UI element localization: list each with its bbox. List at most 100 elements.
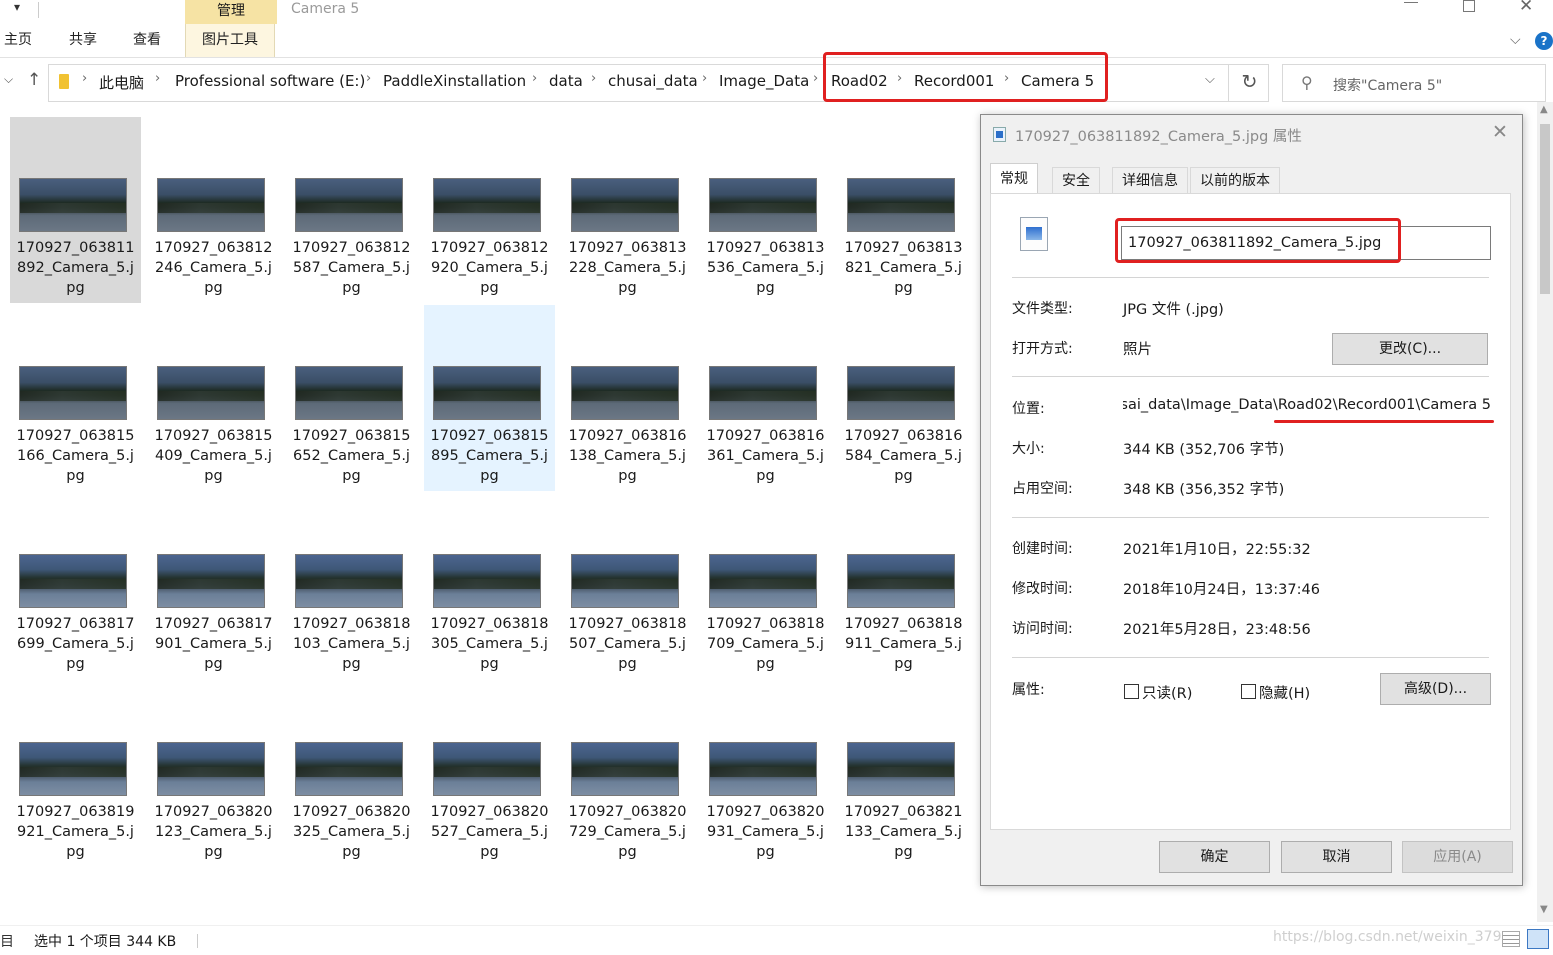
breadcrumb-chevron-icon[interactable]: › bbox=[532, 71, 537, 86]
breadcrumb-chevron-icon[interactable]: › bbox=[813, 71, 818, 86]
details-view-icon[interactable] bbox=[1502, 931, 1520, 947]
breadcrumb-drive-e[interactable]: Professional software (E:) bbox=[175, 72, 365, 90]
search-input[interactable]: ⚲ 搜索"Camera 5" bbox=[1282, 64, 1546, 102]
modified-label: 修改时间: bbox=[1012, 581, 1073, 597]
file-name-line: 170927_063819 bbox=[16, 804, 135, 820]
chevron-down-icon[interactable]: ⌵ bbox=[1510, 32, 1521, 48]
file-item[interactable]: 170927_063820 123_Camera_5.j pg bbox=[148, 681, 279, 867]
tab-previous-versions[interactable]: 以前的版本 bbox=[1190, 167, 1280, 193]
tab-details[interactable]: 详细信息 bbox=[1112, 167, 1188, 193]
file-name-line: pg bbox=[480, 656, 499, 672]
file-item[interactable]: 170927_063812 587_Camera_5.j pg bbox=[286, 117, 417, 303]
file-name-label: 170927_063812 587_Camera_5.j pg bbox=[288, 238, 415, 298]
file-name-label: 170927_063815 166_Camera_5.j pg bbox=[12, 426, 139, 486]
hidden-label[interactable]: 隐藏(H) bbox=[1259, 682, 1310, 703]
file-item[interactable]: 170927_063820 931_Camera_5.j pg bbox=[700, 681, 831, 867]
image-thumbnail bbox=[295, 178, 403, 232]
help-icon[interactable]: ? bbox=[1535, 32, 1553, 50]
image-file-icon bbox=[993, 127, 1006, 142]
breadcrumb-chusai-data[interactable]: chusai_data bbox=[608, 72, 698, 90]
scroll-up-arrow-icon[interactable]: ▲ bbox=[1540, 104, 1548, 115]
file-item[interactable]: 170927_063817 901_Camera_5.j pg bbox=[148, 493, 279, 679]
file-name-line: 170927_063818 bbox=[568, 616, 687, 632]
apply-button[interactable]: 应用(A) bbox=[1402, 841, 1513, 873]
breadcrumb-chevron-icon[interactable]: › bbox=[366, 71, 371, 86]
breadcrumb-image-data[interactable]: Image_Data bbox=[719, 72, 809, 90]
file-type-value: JPG 文件 (.jpg) bbox=[1123, 302, 1224, 318]
size-on-disk-label: 占用空间: bbox=[1012, 481, 1073, 497]
file-name-line: pg bbox=[894, 280, 913, 296]
ok-button[interactable]: 确定 bbox=[1159, 841, 1270, 873]
file-item[interactable]: 170927_063812 920_Camera_5.j pg bbox=[424, 117, 555, 303]
tab-share[interactable]: 共享 bbox=[69, 24, 97, 57]
file-item[interactable]: 170927_063813 228_Camera_5.j pg bbox=[562, 117, 693, 303]
open-with-value: 照片 bbox=[1123, 342, 1152, 358]
item-count-icon: 目 bbox=[0, 934, 14, 950]
file-item[interactable]: 170927_063817 699_Camera_5.j pg bbox=[10, 493, 141, 679]
file-name-line: 170927_063820 bbox=[568, 804, 687, 820]
maximize-button[interactable] bbox=[1463, 0, 1475, 12]
file-name-label: 170927_063818 507_Camera_5.j pg bbox=[564, 614, 691, 674]
file-item[interactable]: 170927_063818 911_Camera_5.j pg bbox=[838, 493, 969, 679]
file-name-line: 170927_063820 bbox=[430, 804, 549, 820]
large-icons-view-icon[interactable] bbox=[1527, 929, 1549, 949]
file-item[interactable]: 170927_063813 536_Camera_5.j pg bbox=[700, 117, 831, 303]
file-name-label: 170927_063816 361_Camera_5.j pg bbox=[702, 426, 829, 486]
file-item[interactable]: 170927_063818 507_Camera_5.j pg bbox=[562, 493, 693, 679]
file-item[interactable]: 170927_063816 361_Camera_5.j pg bbox=[700, 305, 831, 491]
minimize-button[interactable] bbox=[1404, 2, 1418, 3]
breadcrumb-chevron-icon[interactable]: › bbox=[702, 71, 707, 86]
cancel-button[interactable]: 取消 bbox=[1281, 841, 1392, 873]
dialog-close-icon[interactable]: ✕ bbox=[1492, 121, 1508, 143]
file-item[interactable]: 170927_063813 821_Camera_5.j pg bbox=[838, 117, 969, 303]
tab-picture-tools[interactable]: 图片工具 bbox=[185, 24, 275, 57]
file-item[interactable]: 170927_063821 133_Camera_5.j pg bbox=[838, 681, 969, 867]
tab-home[interactable]: 主页 bbox=[4, 24, 32, 57]
file-item[interactable]: 170927_063812 246_Camera_5.j pg bbox=[148, 117, 279, 303]
file-name-line: 103_Camera_5.j bbox=[293, 636, 410, 652]
breadcrumb-chevron-icon[interactable]: › bbox=[591, 71, 596, 86]
quick-access-dropdown-icon[interactable]: ▾ bbox=[14, 0, 20, 14]
file-item[interactable]: 170927_063820 325_Camera_5.j pg bbox=[286, 681, 417, 867]
tab-security[interactable]: 安全 bbox=[1052, 167, 1100, 193]
file-item[interactable]: 170927_063815 652_Camera_5.j pg bbox=[286, 305, 417, 491]
breadcrumb-data[interactable]: data bbox=[549, 72, 583, 90]
recent-locations-chevron-icon[interactable]: ⌵ bbox=[4, 72, 13, 87]
manage-contextual-tab[interactable]: 管理 bbox=[185, 0, 277, 24]
file-item[interactable]: 170927_063820 527_Camera_5.j pg bbox=[424, 681, 555, 867]
advanced-button[interactable]: 高级(D)... bbox=[1380, 673, 1491, 705]
readonly-checkbox[interactable] bbox=[1124, 684, 1139, 699]
readonly-label[interactable]: 只读(R) bbox=[1142, 682, 1192, 703]
file-name-label: 170927_063817 901_Camera_5.j pg bbox=[150, 614, 277, 674]
file-item[interactable]: 170927_063815 409_Camera_5.j pg bbox=[148, 305, 279, 491]
close-window-button[interactable]: ✕ bbox=[1519, 0, 1533, 16]
vertical-scrollbar[interactable]: ▲ ▼ bbox=[1537, 102, 1553, 922]
hidden-checkbox[interactable] bbox=[1241, 684, 1256, 699]
breadcrumb-chevron-icon[interactable]: › bbox=[155, 71, 160, 86]
scroll-down-arrow-icon[interactable]: ▼ bbox=[1540, 904, 1548, 915]
address-history-chevron-icon[interactable]: ⌵ bbox=[1205, 72, 1215, 87]
refresh-icon[interactable]: ↻ bbox=[1228, 64, 1270, 102]
file-item[interactable]: 170927_063818 709_Camera_5.j pg bbox=[700, 493, 831, 679]
tab-view[interactable]: 查看 bbox=[133, 24, 161, 57]
file-item[interactable]: 170927_063820 729_Camera_5.j pg bbox=[562, 681, 693, 867]
file-item[interactable]: 170927_063818 305_Camera_5.j pg bbox=[424, 493, 555, 679]
file-item[interactable]: 170927_063816 584_Camera_5.j pg bbox=[838, 305, 969, 491]
up-arrow-icon[interactable]: ↑ bbox=[27, 70, 41, 90]
breadcrumb-this-pc[interactable]: 此电脑 bbox=[99, 72, 144, 93]
file-item[interactable]: 170927_063811 892_Camera_5.j pg bbox=[10, 117, 141, 303]
file-item[interactable]: 170927_063815 895_Camera_5.j pg bbox=[424, 305, 555, 491]
modified-value: 2018年10月24日，13:37:46 bbox=[1123, 582, 1320, 598]
file-item[interactable]: 170927_063816 138_Camera_5.j pg bbox=[562, 305, 693, 491]
file-item[interactable]: 170927_063818 103_Camera_5.j pg bbox=[286, 493, 417, 679]
image-thumbnail bbox=[19, 366, 127, 420]
file-name-line: pg bbox=[66, 844, 85, 860]
breadcrumb-paddlexinstallation[interactable]: PaddleXinstallation bbox=[383, 72, 526, 90]
scrollbar-thumb[interactable] bbox=[1540, 124, 1550, 294]
breadcrumb-chevron-icon[interactable]: › bbox=[82, 71, 87, 86]
change-button[interactable]: 更改(C)... bbox=[1332, 333, 1488, 365]
file-item[interactable]: 170927_063815 166_Camera_5.j pg bbox=[10, 305, 141, 491]
file-name-line: 895_Camera_5.j bbox=[431, 448, 548, 464]
file-item[interactable]: 170927_063819 921_Camera_5.j pg bbox=[10, 681, 141, 867]
tab-general[interactable]: 常规 bbox=[990, 163, 1038, 194]
